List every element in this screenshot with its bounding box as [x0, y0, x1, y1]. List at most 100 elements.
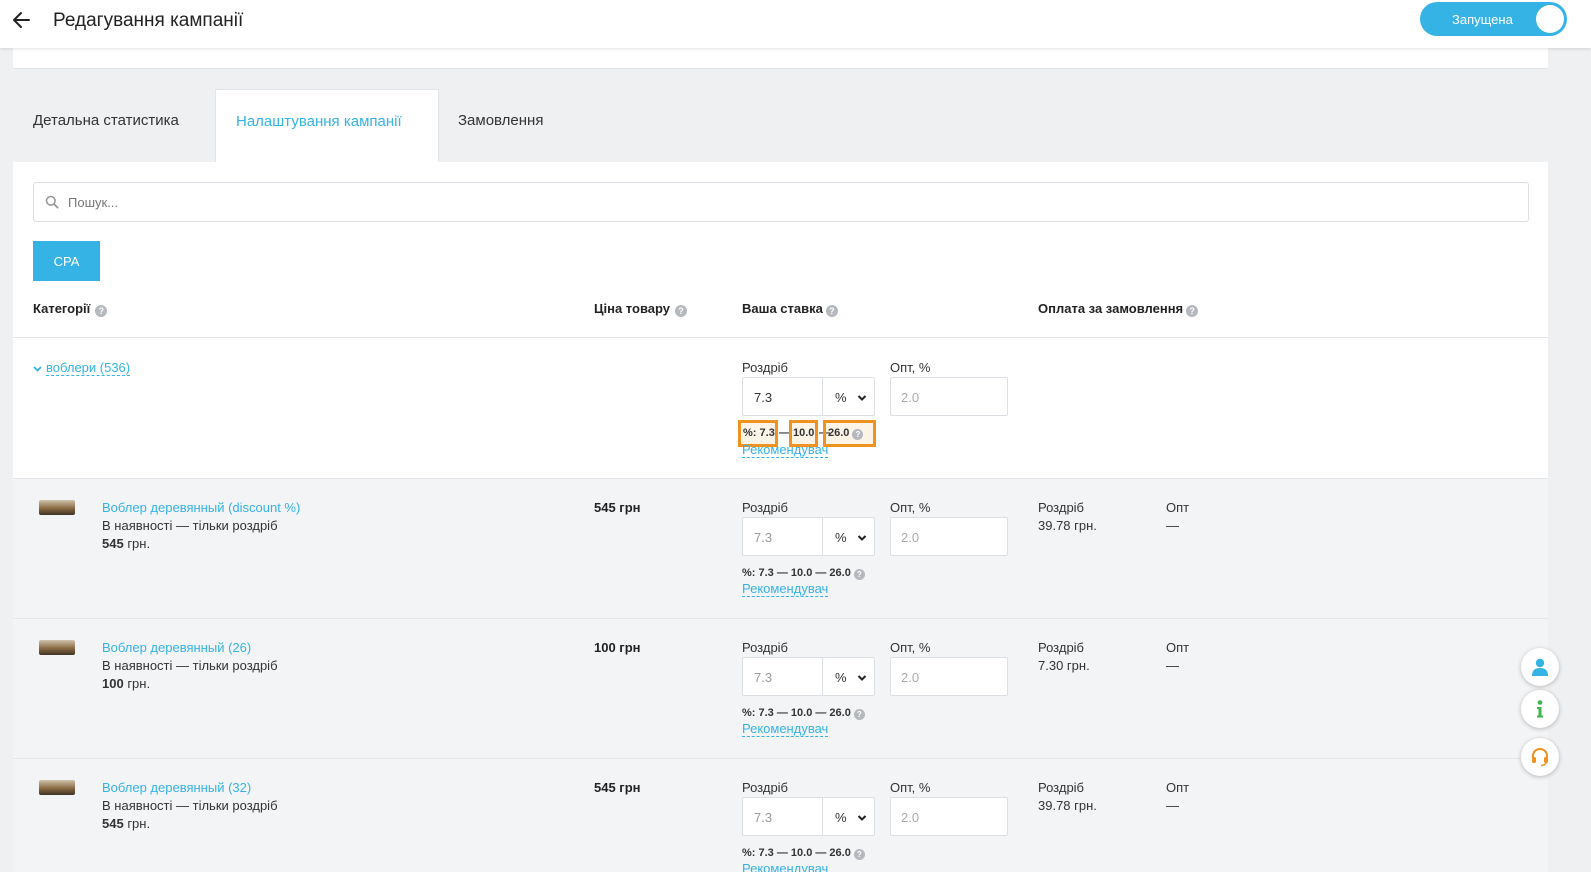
page-title: Редагування кампанії	[53, 10, 244, 31]
product-price-value: 545	[102, 816, 124, 831]
payment-wholesale-value: —	[1166, 518, 1179, 533]
tab-orders[interactable]: Замовлення	[439, 89, 579, 162]
profile-icon	[1532, 658, 1548, 676]
retail-label: Роздріб	[742, 640, 789, 655]
retail-bid-input[interactable]: 7.3 %	[742, 797, 875, 836]
payment-retail-value: 39.78 грн.	[1038, 798, 1097, 813]
product-thumbnail[interactable]	[39, 500, 75, 515]
col-header-payment-label: Оплата за замовлення	[1038, 301, 1184, 316]
tab-campaign-settings[interactable]: Налаштування кампанії	[215, 89, 439, 162]
category-toggle[interactable]: воблери (536)	[33, 360, 131, 376]
bid-unit-select[interactable]: %	[835, 810, 847, 825]
product-availability: В наявності — тільки роздріб	[102, 798, 278, 813]
bid-unit-select[interactable]: %	[835, 530, 847, 545]
wholesale-label: Опт, %	[890, 360, 931, 375]
col-header-bid: Ваша ставка?	[742, 301, 838, 317]
recommender-link[interactable]: Рекомендувач	[742, 443, 829, 458]
bid-range-text: %: 7.3 — 10.0 — 26.0	[742, 847, 851, 859]
support-button[interactable]	[1521, 738, 1559, 776]
help-icon[interactable]: ?	[852, 429, 864, 440]
product-thumbnail[interactable]	[39, 780, 75, 795]
toggle-knob	[1536, 5, 1564, 33]
payment-wholesale-value: —	[1166, 798, 1179, 813]
help-icon[interactable]: ?	[1186, 305, 1199, 317]
product-price: 545 грн	[594, 780, 641, 795]
search-icon	[45, 195, 59, 209]
payment-wholesale-label: Опт	[1166, 500, 1190, 515]
product-name-link[interactable]: Воблер деревянный (26)	[102, 640, 251, 655]
wholesale-label: Опт, %	[890, 500, 931, 515]
bid-range-text: %: 7.3 — 10.0 — 26.0	[742, 567, 851, 579]
retail-label: Роздріб	[742, 360, 789, 375]
help-icon[interactable]: ?	[853, 709, 865, 720]
help-icon[interactable]: ?	[853, 569, 865, 580]
back-arrow-icon[interactable]	[10, 9, 34, 31]
wholesale-bid-input[interactable]: 2.0	[890, 657, 1008, 696]
product-price-value: 100	[102, 676, 124, 691]
info-button[interactable]	[1521, 690, 1559, 728]
range-max: 26.0	[828, 427, 850, 439]
header-divider	[13, 337, 1548, 338]
bid-range: %: 7.3 — 10.0 — 26.0?	[742, 567, 865, 580]
support-headset-icon	[1532, 747, 1548, 767]
col-header-categories: Категорії?	[33, 301, 108, 317]
help-icon[interactable]: ?	[853, 849, 865, 860]
retail-bid-input[interactable]: 7.3 %	[742, 377, 875, 416]
product-availability: В наявності — тільки роздріб	[102, 658, 278, 673]
category-name: воблери (536)	[46, 360, 131, 376]
product-price: 545 грн	[594, 500, 641, 515]
recommender-link[interactable]: Рекомендувач	[742, 722, 829, 737]
payment-wholesale-value: —	[1166, 658, 1179, 673]
campaign-status-label: Запущена	[1452, 12, 1513, 27]
tab-detailed-stats[interactable]: Детальна статистика	[13, 89, 215, 162]
retail-label: Роздріб	[742, 780, 789, 795]
wholesale-label: Опт, %	[890, 640, 931, 655]
info-icon	[1537, 700, 1543, 718]
wholesale-placeholder: 2.0	[901, 390, 920, 405]
bid-unit-select[interactable]: %	[835, 390, 847, 405]
select-arrow-icon	[857, 531, 867, 541]
payment-retail-label: Роздріб	[1038, 500, 1085, 515]
bid-unit-select[interactable]: %	[835, 670, 847, 685]
product-row: Воблер деревянный (discount %) В наявнос…	[13, 479, 1548, 619]
cpa-button[interactable]: CPA	[33, 241, 100, 281]
col-header-categories-label: Категорії	[33, 301, 91, 316]
chevron-down-icon	[33, 364, 42, 375]
tab-bar: Детальна статистика Налаштування кампані…	[13, 89, 1548, 162]
wholesale-placeholder: 2.0	[901, 810, 920, 825]
retail-bid-input[interactable]: 7.3 %	[742, 517, 875, 556]
wholesale-bid-input[interactable]: 2.0	[890, 517, 1008, 556]
profile-button[interactable]	[1521, 648, 1559, 686]
bid-range: %: 7.3 — 10.0 — 26.0?	[742, 847, 865, 860]
product-name-link[interactable]: Воблер деревянный (discount %)	[102, 500, 300, 515]
range-prefix: %:	[743, 427, 757, 439]
range-mid: 10.0	[793, 427, 815, 439]
recommender-link[interactable]: Рекомендувач	[742, 582, 829, 597]
retail-bid-input[interactable]: 7.3 %	[742, 657, 875, 696]
recommender-link[interactable]: Рекомендувач	[742, 862, 828, 872]
product-row: Воблер деревянный (32) В наявності — тіл…	[13, 759, 1548, 872]
wholesale-bid-input[interactable]: 2.0	[890, 797, 1008, 836]
help-icon[interactable]: ?	[675, 305, 687, 317]
bid-placeholder: 7.3	[754, 530, 773, 545]
search-input[interactable]	[68, 189, 1508, 215]
help-icon[interactable]: ?	[825, 305, 838, 317]
col-header-price: Ціна товару?	[594, 301, 687, 317]
campaign-status-toggle[interactable]: Запущена	[1420, 2, 1567, 36]
product-availability: В наявності — тільки роздріб	[102, 518, 278, 533]
help-icon[interactable]: ?	[95, 305, 108, 317]
wholesale-bid-input[interactable]: 2.0	[890, 377, 1008, 416]
payment-wholesale-label: Опт	[1166, 640, 1190, 655]
bid-range: %: 7.3 — 10.0 — 26.0?	[742, 707, 865, 720]
col-header-payment: Оплата за замовлення?	[1038, 301, 1199, 317]
product-thumbnail[interactable]	[39, 640, 75, 655]
product-name-link[interactable]: Воблер деревянный (32)	[102, 780, 251, 795]
wholesale-placeholder: 2.0	[901, 530, 920, 545]
product-price-value: 545	[102, 536, 124, 551]
bid-placeholder: 7.3	[754, 670, 773, 685]
retail-label: Роздріб	[742, 500, 789, 515]
wholesale-placeholder: 2.0	[901, 670, 920, 685]
bid-value: 7.3	[754, 390, 773, 405]
header-strip	[13, 48, 1548, 69]
top-bar: Редагування кампанії Запущена	[0, 0, 1591, 48]
